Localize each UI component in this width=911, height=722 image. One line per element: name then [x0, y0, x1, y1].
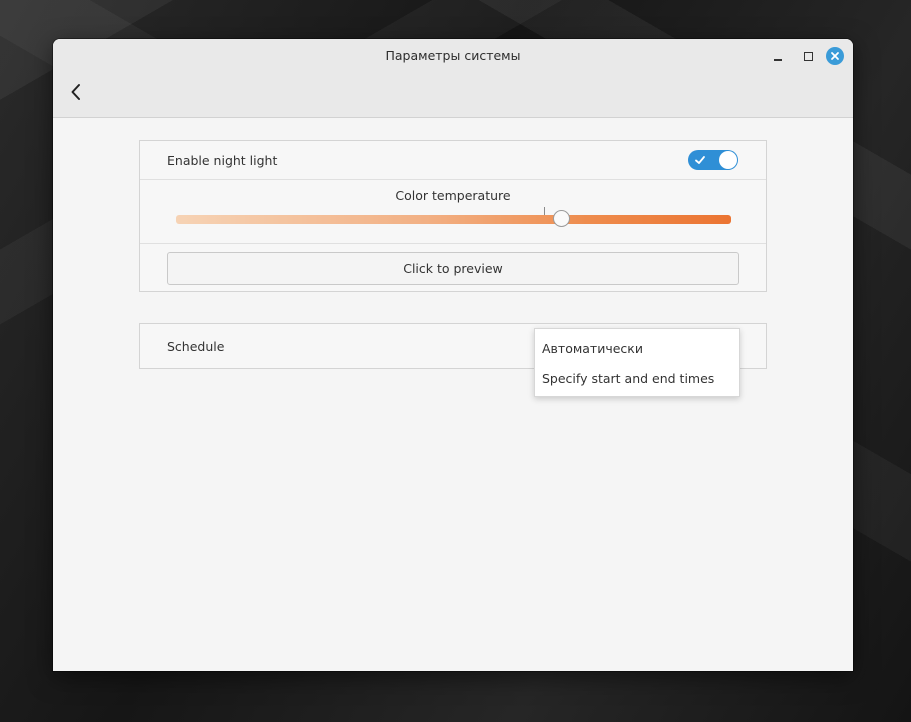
back-button[interactable] [65, 80, 87, 104]
color-temperature-slider[interactable] [176, 215, 731, 224]
schedule-dropdown-menu: Автоматически Specify start and end time… [534, 328, 740, 397]
check-icon [695, 156, 705, 164]
divider [140, 243, 766, 244]
settings-window: Параметры системы Enable night light Col… [53, 39, 853, 671]
schedule-option-automatic[interactable]: Автоматически [535, 334, 739, 362]
divider [140, 179, 766, 180]
slider-handle[interactable] [553, 210, 570, 227]
schedule-label: Schedule [167, 339, 225, 354]
title-bar: Параметры системы [53, 39, 853, 118]
close-button[interactable] [826, 47, 844, 65]
enable-night-light-switch[interactable] [688, 150, 738, 170]
window-title: Параметры системы [385, 48, 521, 63]
chevron-left-icon [71, 84, 80, 100]
night-light-card: Enable night light Color temperature Cli… [139, 140, 767, 292]
enable-night-light-label: Enable night light [167, 153, 278, 168]
maximize-icon [803, 51, 813, 61]
minimize-icon [774, 59, 782, 61]
schedule-option-specify-times[interactable]: Specify start and end times [535, 364, 739, 392]
maximize-button[interactable] [799, 47, 817, 65]
color-temperature-label: Color temperature [395, 188, 511, 203]
close-icon [826, 47, 844, 65]
minimize-button[interactable] [769, 47, 787, 65]
click-to-preview-button[interactable]: Click to preview [167, 252, 739, 285]
slider-default-mark [544, 207, 545, 215]
switch-knob [719, 151, 737, 169]
